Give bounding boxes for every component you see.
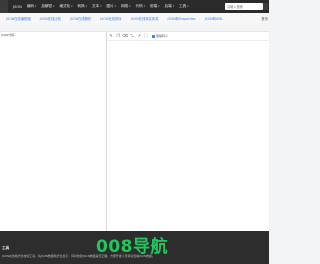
keep-escape-checkbox[interactable]: 保留转义 [152, 34, 168, 38]
edit-icon[interactable]: ✎ [109, 34, 113, 38]
nav-item-json[interactable]: JSON [13, 5, 22, 9]
tool-link-json-entity[interactable]: JSON在线转实体类 [131, 16, 159, 21]
json-input-pane[interactable]: JSON代码 [0, 32, 107, 232]
chevron-down-icon: ▾ [143, 5, 146, 8]
chevron-down-icon: ▾ [114, 5, 117, 8]
chevron-down-icon: ▾ [172, 5, 175, 8]
footer-title: 工具 [2, 246, 10, 250]
nav-item-label: 加解密 [41, 4, 53, 8]
nav-item-10[interactable]: 后端 ▾ [165, 4, 175, 9]
expand-icon[interactable]: ↗ [137, 34, 141, 38]
tool-link-json-properties[interactable]: JSON转Properties [168, 16, 196, 21]
chevron-down-icon: ▾ [35, 5, 37, 8]
checkbox-label: 保留转义 [156, 34, 169, 38]
tool-link-json-parse[interactable]: JSON在线解析 [70, 16, 91, 21]
pane-label: JSON代码 [1, 33, 15, 37]
delete-icon[interactable]: ⌫ [122, 34, 128, 38]
chevron-down-icon: ▾ [85, 5, 88, 8]
chevron-down-icon: ▾ [129, 5, 131, 8]
nav-item-label: JSON [13, 4, 22, 9]
nav-item-6[interactable]: 图片 ▾ [107, 4, 117, 9]
chevron-down-icon: ▾ [53, 5, 55, 8]
tool-links-row: JSON在线编辑器 JSON在线比较 JSON在线解析 JSON在线排序 JSO… [0, 13, 269, 23]
nav-item-label: 文本 [92, 4, 100, 8]
json-editor: JSON代码 ✎ ❐ ⌫ ⤡ ↗ ⛶ 保留转义 [0, 31, 269, 232]
nav-item-label: 工具 [179, 4, 187, 8]
brand-logo[interactable]: 008导航 [96, 234, 168, 257]
checkbox-box[interactable] [152, 34, 155, 38]
nav-item-2[interactable]: 加解密 ▾ [41, 4, 54, 9]
footer-description: JSON在线格式化校验工具，将JSON数据格式化显示，同时校验JSON数据是否正… [2, 254, 155, 258]
nav-item-7[interactable]: 网络 ▾ [121, 4, 131, 9]
nav-item-label: 编码 [26, 4, 35, 8]
chevron-down-icon: ▾ [187, 5, 189, 8]
nav-item-1[interactable]: 编码 ▾ [27, 4, 37, 9]
site-logo[interactable] [0, 0, 8, 13]
nav-item-9[interactable]: 前端 ▾ [150, 4, 160, 9]
tool-link-json-xml[interactable]: JSON转XML [205, 16, 223, 21]
copy-icon[interactable]: ❐ [116, 34, 120, 38]
nav-item-11[interactable]: 工具 ▾ [179, 4, 189, 9]
nav-item-label: 格式化 [59, 4, 71, 8]
search-input[interactable] [225, 3, 263, 10]
nav-item-label: 前端 [150, 4, 158, 8]
nav-item-3[interactable]: 格式化 ▾ [59, 4, 72, 9]
tool-link-json-compare[interactable]: JSON在线比较 [40, 16, 61, 21]
footer: 008导航 工具 JSON在线格式化校验工具，将JSON数据格式化显示，同时校验… [0, 231, 269, 264]
tool-link-json-editor[interactable]: JSON在线编辑器 [6, 16, 31, 21]
top-nav-bar: JSON 编码 ▾ 加解密 ▾ 格式化 ▾ 转换 ▾ 文本 ▾ 图片 ▾ 网络 ▾ 代码 ▾ 前… [0, 0, 269, 13]
chevron-down-icon: ▾ [100, 5, 102, 8]
fullscreen-icon[interactable]: ⛶ [144, 34, 148, 38]
nav-item-label: 转换 [77, 4, 85, 8]
nav-item-5[interactable]: 文本 ▾ [92, 4, 102, 9]
json-output-pane[interactable]: ✎ ❐ ⌫ ⤡ ↗ ⛶ 保留转义 [107, 32, 269, 232]
nav-item-label: 图片 [106, 4, 114, 8]
nav-item-8[interactable]: 代码 ▾ [136, 4, 146, 9]
tool-link-json-sort[interactable]: JSON在线排序 [100, 16, 121, 21]
nav-item-label: 网络 [121, 4, 129, 8]
nav-item-label: 代码 [135, 4, 143, 8]
chevron-down-icon: ▾ [158, 5, 160, 8]
nav-item-label: 后端 [164, 4, 172, 8]
home-link[interactable]: 首页 [261, 16, 268, 21]
compress-icon[interactable]: ⤡ [130, 34, 134, 38]
output-toolbar: ✎ ❐ ⌫ ⤡ ↗ ⛶ 保留转义 [107, 32, 269, 41]
nav-item-4[interactable]: 转换 ▾ [78, 4, 88, 9]
search-button[interactable] [263, 3, 268, 10]
chevron-down-icon: ▾ [71, 5, 73, 8]
